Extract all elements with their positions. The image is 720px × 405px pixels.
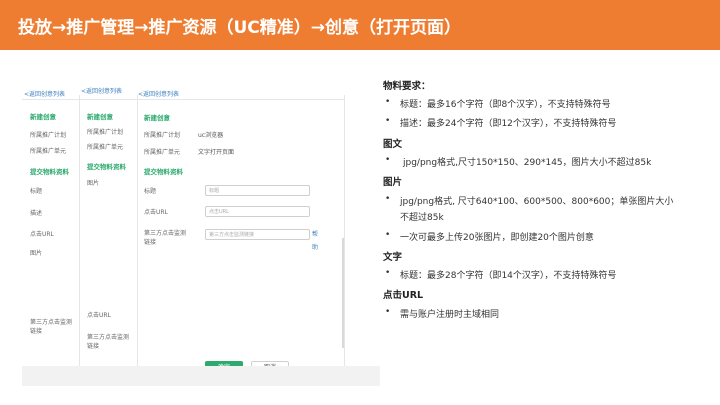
plan-label: 所属推广计划 — [87, 129, 124, 136]
section-submit-material: 提交物料资料 — [144, 168, 183, 176]
title-input[interactable]: 标题 — [205, 185, 310, 196]
title-label: 标题 — [30, 188, 43, 195]
back-to-list-link[interactable]: <返回创意列表 — [81, 88, 122, 96]
requirement-section-heading: 文字 — [383, 252, 403, 263]
back-to-list-link[interactable]: <返回创意列表 — [24, 91, 65, 99]
section-submit-material: 提交物料资料 — [30, 168, 69, 176]
click-url-placeholder: 点击URL — [209, 209, 229, 215]
requirement-section-heading: 点击URL — [383, 290, 424, 301]
tracking-label: 链接 — [87, 343, 100, 350]
help-link[interactable]: 助 — [312, 244, 318, 252]
plan-label: 所属推广计划 — [144, 132, 181, 139]
title-label: 标题 — [144, 188, 157, 195]
unit-label: 所属推广单元 — [30, 148, 67, 155]
requirement-item: 需与账户注册时主域相同 — [400, 310, 500, 320]
bullet-glyph: • — [385, 116, 391, 126]
bullet-glyph: • — [385, 97, 391, 107]
section-new-creative: 新建创意 — [30, 113, 56, 121]
url-label: 点击URL — [144, 209, 168, 216]
image-label: 图片 — [30, 250, 43, 257]
page-title: 投放→推广管理→推广资源（UC精准）→创意（打开页面） — [18, 18, 462, 38]
header-divider — [22, 99, 344, 100]
requirement-item: 一次可最多上传20张图片，即创建20个图片创意 — [400, 233, 594, 243]
scrollbar[interactable] — [342, 238, 344, 348]
requirement-item: 标题：最多16个字符（即8个汉字），不支持特殊符号 — [400, 100, 611, 110]
plan-label: 所属推广计划 — [30, 132, 67, 139]
title-banner: 投放→推广管理→推广资源（UC精准）→创意（打开页面） — [0, 0, 720, 50]
ui-screenshot: <返回创意列表 <返回创意列表 <返回创意列表 新建创意 所属推广计划 所属推广… — [22, 83, 380, 386]
desc-label: 描述 — [30, 210, 43, 217]
requirement-item: jpg/png格式, 尺寸640*100、600*500、800*600；单张图… — [400, 197, 674, 207]
tracking-label: 第三方点击监测 — [30, 319, 73, 326]
unit-label: 所属推广单元 — [144, 149, 181, 156]
title-placeholder: 标题 — [209, 188, 220, 194]
help-link[interactable]: 帮 — [312, 231, 318, 239]
requirement-section-heading: 图片 — [383, 177, 403, 188]
column-divider — [137, 95, 138, 386]
click-url-input[interactable]: 点击URL — [205, 206, 310, 217]
section-new-creative: 新建创意 — [87, 113, 113, 121]
bullet-glyph: • — [385, 155, 391, 165]
column-divider — [79, 95, 80, 386]
bullet-glyph: • — [385, 268, 391, 278]
plan-value: uc浏览器 — [198, 132, 224, 139]
tracking-url-input[interactable]: 第三方点击监测链接 — [205, 229, 310, 240]
image-label: 图片 — [87, 180, 100, 187]
requirement-section-heading: 图文 — [383, 139, 403, 150]
bullet-glyph: • — [385, 194, 391, 204]
unit-label: 所属推广单元 — [87, 144, 124, 151]
footer-bar — [22, 366, 380, 386]
unit-value: 文字打开页面 — [198, 149, 235, 156]
bullet-glyph: • — [385, 307, 391, 317]
section-new-creative: 新建创意 — [144, 114, 170, 122]
tracking-label: 第三方点击监测 — [144, 230, 187, 237]
url-label: 点击URL — [30, 231, 54, 238]
tracking-url-placeholder: 第三方点击监测链接 — [209, 232, 255, 238]
requirement-item: 描述：最多24个字符（即12个汉字），不支持特殊符号 — [400, 119, 617, 129]
requirement-item-continuation: 不超过85k — [400, 213, 444, 223]
back-to-list-link[interactable]: <返回创意列表 — [138, 91, 179, 99]
section-submit-material: 提交物料资料 — [87, 163, 126, 171]
requirements-heading: 物料要求： — [383, 81, 431, 92]
tracking-label: 第三方点击监测 — [87, 334, 130, 341]
requirement-item: 标题：最多28个字符（即14个汉字），不支持特殊符号 — [400, 271, 617, 281]
requirement-item: jpg/png格式,尺寸150*150、290*145，图片大小不超过85k — [403, 158, 652, 168]
bullet-glyph: • — [385, 230, 391, 240]
tracking-label: 链接 — [144, 239, 157, 246]
tracking-label: 链接 — [30, 328, 43, 335]
column-divider — [344, 95, 345, 386]
url-label: 点击URL — [87, 312, 111, 319]
